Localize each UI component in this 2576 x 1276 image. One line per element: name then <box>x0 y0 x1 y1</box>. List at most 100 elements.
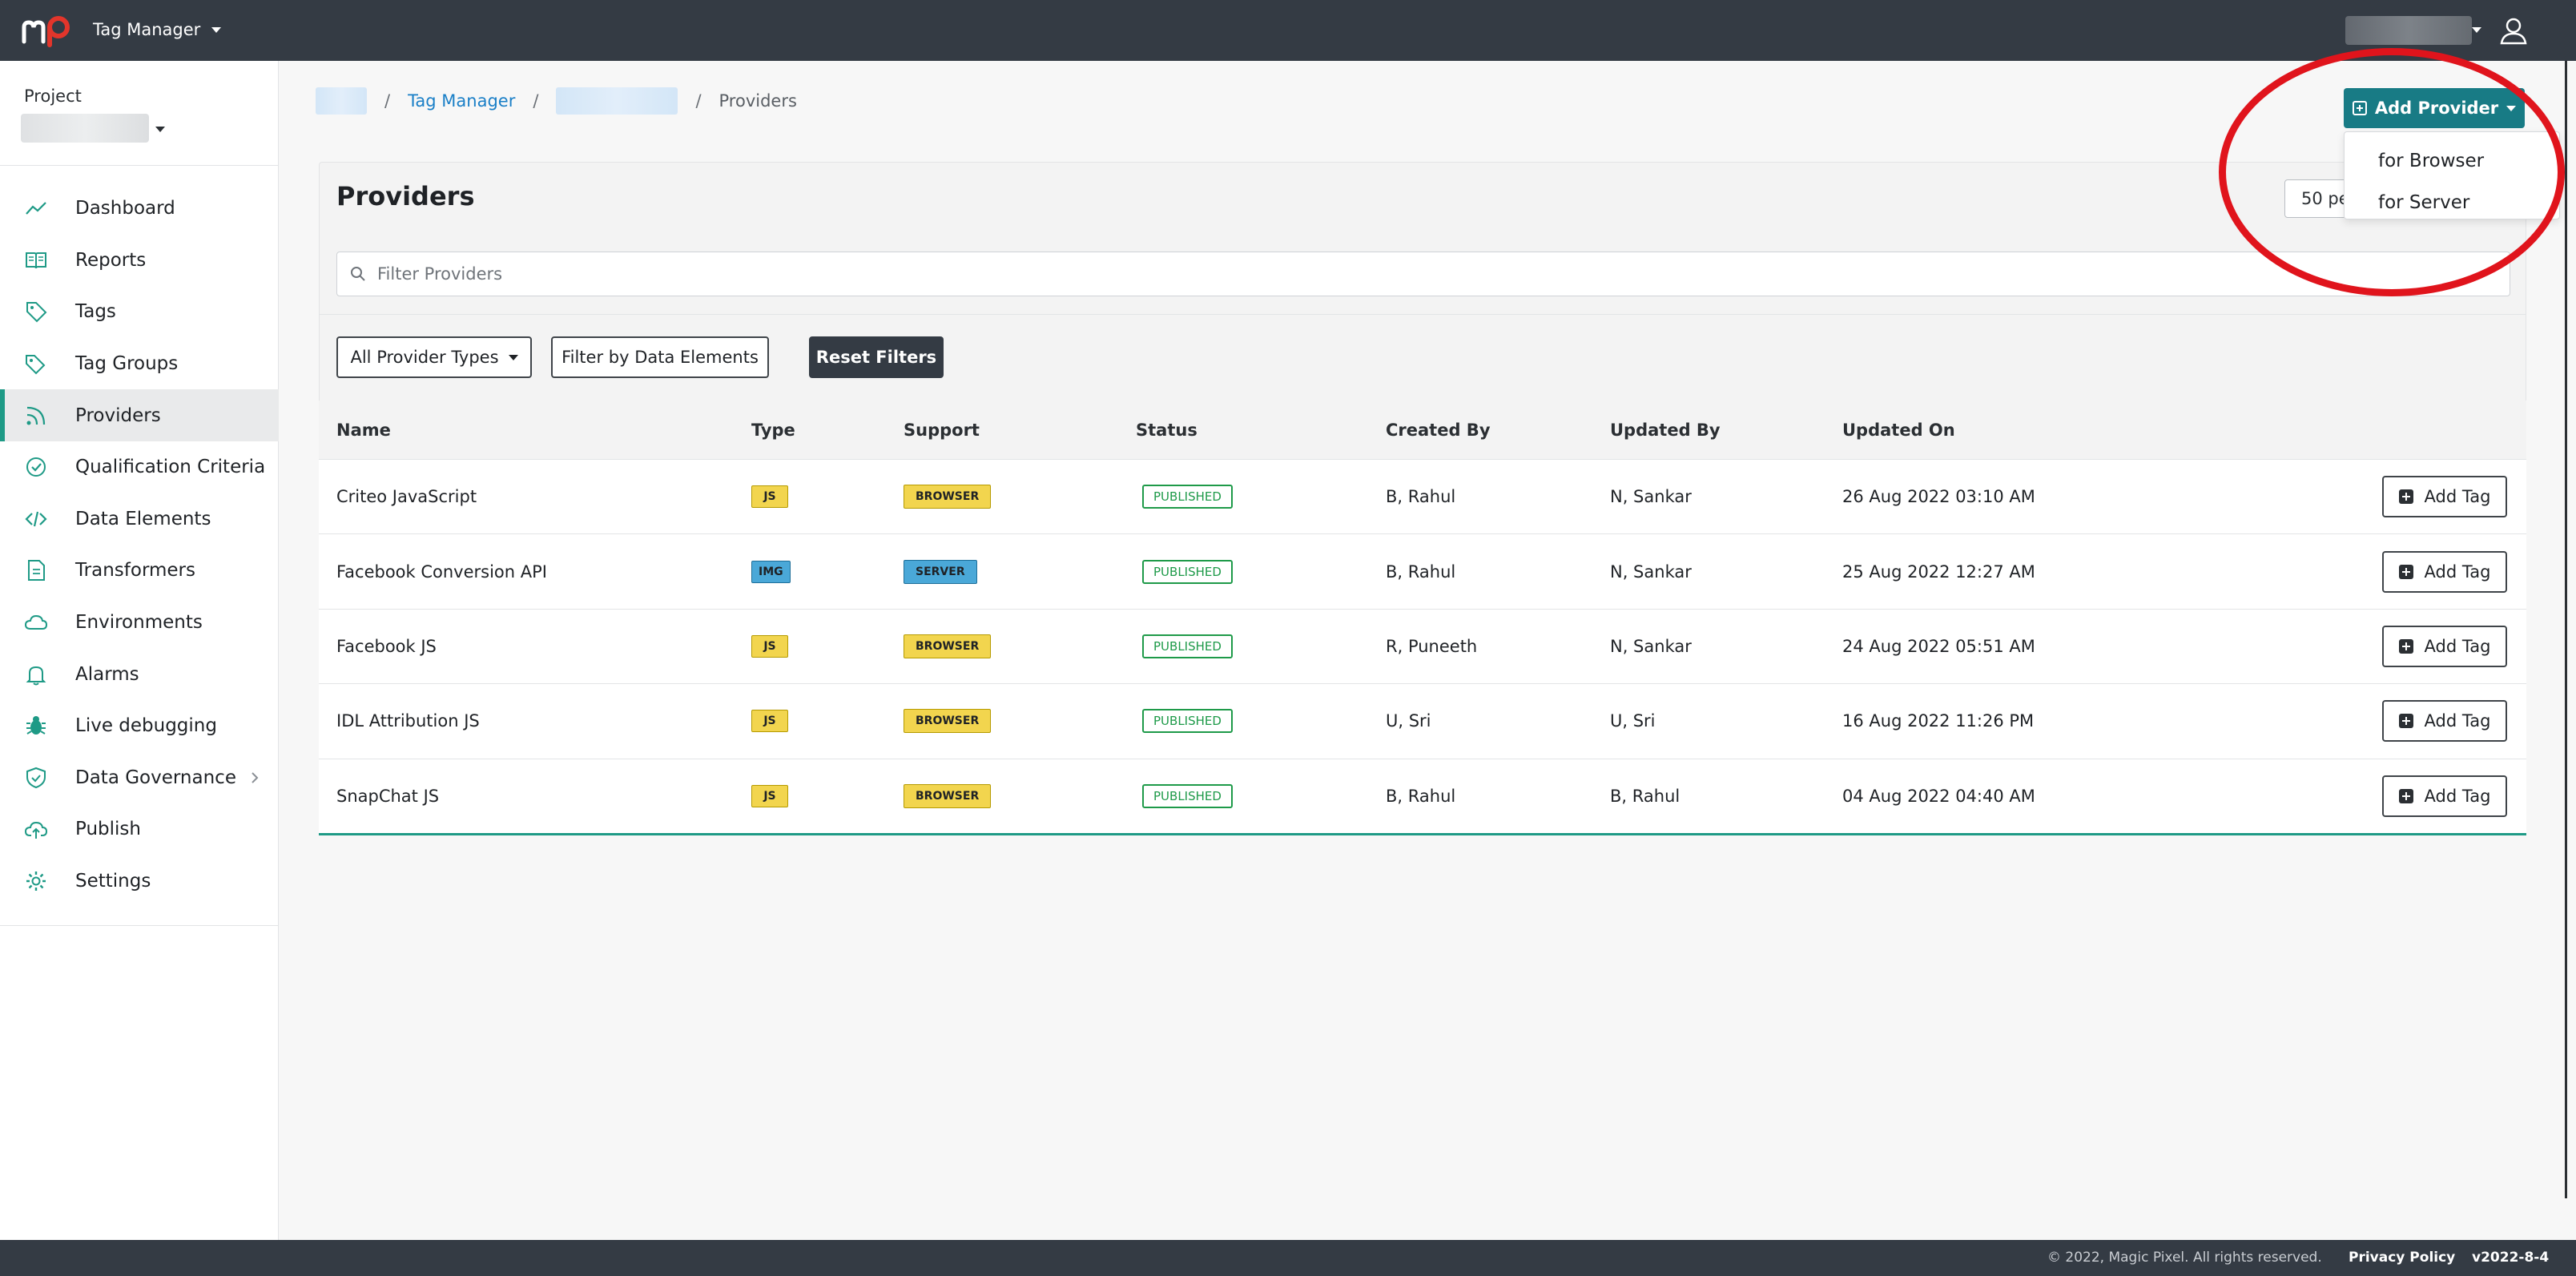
sidebar-item-label: Providers <box>75 405 161 426</box>
sidebar-item-label: Alarms <box>75 663 139 685</box>
support-badge: BROWSER <box>904 783 992 808</box>
providers-table: Name Type Support Status Created By Upda… <box>319 401 2526 834</box>
search-icon <box>351 267 365 281</box>
trend-line-icon <box>24 196 51 220</box>
plus-square-icon <box>2398 489 2413 505</box>
add-tag-button[interactable]: Add Tag <box>2382 625 2507 667</box>
add-tag-button[interactable]: Add Tag <box>2382 775 2507 817</box>
cell-updated-on: 24 Aug 2022 05:51 AM <box>1842 636 2035 656</box>
add-tag-label: Add Tag <box>2424 636 2491 656</box>
provider-types-label: All Provider Types <box>350 348 499 367</box>
add-tag-label: Add Tag <box>2424 487 2491 507</box>
tags-icon <box>24 352 51 376</box>
project-label: Project <box>24 87 82 106</box>
add-tag-button[interactable]: Add Tag <box>2382 476 2507 518</box>
add-provider-menu: for Browser for Server <box>2344 131 2560 219</box>
sidebar-item-label: Dashboard <box>75 198 175 219</box>
breadcrumb-org-redacted[interactable] <box>316 87 367 115</box>
column-header-updated-on[interactable]: Updated On <box>1842 421 1955 440</box>
cell-name[interactable]: SnapChat JS <box>336 787 439 806</box>
sidebar-item-live-debugging[interactable]: Live debugging <box>0 700 279 752</box>
cell-name[interactable]: Facebook Conversion API <box>336 562 547 582</box>
menu-item-for-server[interactable]: for Server <box>2345 182 2559 223</box>
check-circle-icon <box>24 455 51 479</box>
add-provider-button[interactable]: Add Provider <box>2344 88 2525 128</box>
magic-pixel-logo[interactable] <box>21 13 74 48</box>
sidebar-item-label: Data Elements <box>75 508 211 529</box>
user-icon[interactable] <box>2498 14 2530 46</box>
filter-data-elements-button[interactable]: Filter by Data Elements <box>551 336 769 378</box>
sidebar-item-dashboard[interactable]: Dashboard <box>0 183 279 235</box>
provider-types-dropdown[interactable]: All Provider Types <box>336 336 532 378</box>
sidebar-item-providers[interactable]: Providers <box>0 389 279 441</box>
column-header-support[interactable]: Support <box>904 421 980 440</box>
type-badge: JS <box>751 710 788 733</box>
sidebar-item-tag-groups[interactable]: Tag Groups <box>0 338 279 390</box>
add-tag-label: Add Tag <box>2424 711 2491 731</box>
cell-updated-on: 26 Aug 2022 03:10 AM <box>1842 487 2035 507</box>
reset-filters-button[interactable]: Reset Filters <box>809 336 944 378</box>
page-title: Providers <box>336 181 475 211</box>
sidebar-divider <box>0 165 279 166</box>
status-badge: PUBLISHED <box>1142 634 1233 658</box>
project-selector-redacted[interactable] <box>21 114 149 143</box>
type-badge: JS <box>751 485 788 509</box>
app-switcher[interactable]: Tag Manager <box>93 18 222 42</box>
file-transform-icon <box>24 558 51 582</box>
type-badge: JS <box>751 634 788 658</box>
gear-icon <box>24 869 51 893</box>
filter-providers-input[interactable] <box>377 264 2460 284</box>
breadcrumb-separator: / <box>533 91 539 111</box>
sidebar-item-reports[interactable]: Reports <box>0 235 279 287</box>
cell-updated-on: 16 Aug 2022 11:26 PM <box>1842 711 2035 731</box>
cell-created-by: U, Sri <box>1386 711 1431 731</box>
add-tag-button[interactable]: Add Tag <box>2382 550 2507 593</box>
type-badge: IMG <box>751 560 791 583</box>
book-icon <box>24 248 51 272</box>
sidebar-item-alarms[interactable]: Alarms <box>0 648 279 700</box>
sidebar-item-label: Transformers <box>75 560 195 582</box>
sidebar-item-qualification-criteria[interactable]: Qualification Criteria <box>0 441 279 493</box>
sidebar-item-data-governance[interactable]: Data Governance <box>0 752 279 804</box>
breadcrumb-separator: / <box>384 91 391 111</box>
sidebar-item-label: Tags <box>75 301 116 323</box>
column-header-updated-by[interactable]: Updated By <box>1610 421 1721 440</box>
cell-name[interactable]: IDL Attribution JS <box>336 711 480 731</box>
privacy-policy-link[interactable]: Privacy Policy <box>2349 1250 2455 1266</box>
sidebar-item-data-elements[interactable]: Data Elements <box>0 493 279 545</box>
sidebar-item-label: Settings <box>75 871 151 892</box>
table-row: IDL Attribution JS JS BROWSER PUBLISHED … <box>319 684 2526 759</box>
cell-name[interactable]: Facebook JS <box>336 637 437 656</box>
sidebar-item-transformers[interactable]: Transformers <box>0 545 279 597</box>
column-header-name[interactable]: Name <box>336 421 391 440</box>
window-edge <box>2565 61 2567 1198</box>
user-name-redacted[interactable] <box>2345 16 2472 45</box>
sidebar-item-tags[interactable]: Tags <box>0 286 279 338</box>
column-header-created-by[interactable]: Created By <box>1386 421 1491 440</box>
chevron-down-icon[interactable] <box>2472 27 2481 33</box>
column-header-type[interactable]: Type <box>751 421 795 440</box>
sidebar-item-label: Environments <box>75 612 203 634</box>
cell-updated-on: 25 Aug 2022 12:27 AM <box>1842 562 2035 582</box>
table-row: Facebook JS JS BROWSER PUBLISHED R, Pune… <box>319 609 2526 685</box>
breadcrumb-link-tag-manager[interactable]: Tag Manager <box>408 91 515 111</box>
breadcrumb-project-redacted[interactable] <box>556 87 678 115</box>
sidebar-item-settings[interactable]: Settings <box>0 855 279 908</box>
support-badge: SERVER <box>904 559 977 584</box>
support-badge: BROWSER <box>904 634 992 658</box>
menu-item-for-browser[interactable]: for Browser <box>2345 140 2559 182</box>
cell-name[interactable]: Criteo JavaScript <box>336 487 477 506</box>
sidebar-item-label: Publish <box>75 819 141 840</box>
chevron-down-icon[interactable] <box>155 127 165 132</box>
cloud-icon <box>24 610 51 634</box>
sidebar-item-environments[interactable]: Environments <box>0 597 279 649</box>
plus-square-icon <box>2398 564 2413 579</box>
column-header-status[interactable]: Status <box>1136 421 1197 440</box>
filter-data-elements-label: Filter by Data Elements <box>561 348 759 367</box>
support-badge: BROWSER <box>904 709 992 734</box>
cell-created-by: B, Rahul <box>1386 562 1456 582</box>
status-badge: PUBLISHED <box>1142 783 1233 808</box>
add-tag-button[interactable]: Add Tag <box>2382 700 2507 743</box>
chevron-right-icon[interactable] <box>247 770 263 786</box>
sidebar-item-publish[interactable]: Publish <box>0 803 279 855</box>
